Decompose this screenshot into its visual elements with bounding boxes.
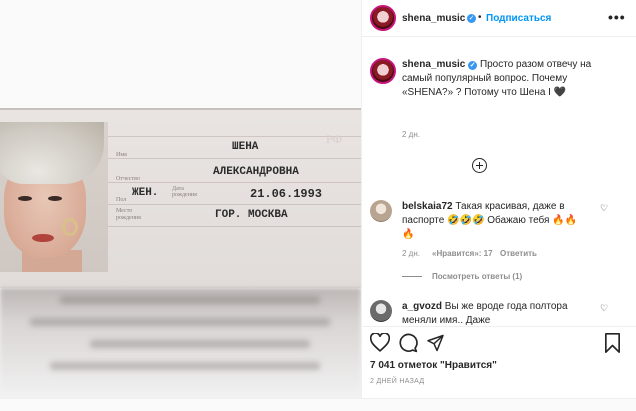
follow-button[interactable]: Подписаться (486, 13, 551, 24)
passport-given-name: ШЕНА (232, 141, 259, 153)
passport-label-name: Имя (116, 152, 127, 158)
comment-time: 2 дн. (402, 249, 420, 258)
caption-username[interactable]: shena_music (402, 59, 465, 70)
share-icon[interactable] (426, 334, 445, 352)
passport-patronymic: АЛЕКСАНДРОВНА (213, 166, 299, 178)
commenter-avatar[interactable] (370, 200, 392, 222)
comment-like-heart-icon[interactable]: ♡ (600, 203, 608, 214)
view-replies-button[interactable]: Посмотреть ответы (1) (432, 272, 522, 281)
passport-sex: ЖЕН. (132, 187, 159, 199)
author-avatar[interactable] (370, 5, 396, 31)
likes-count[interactable]: 7 041 отметок "Нравится" (370, 360, 497, 371)
passport-rf-mark: РФ (326, 132, 342, 146)
verified-badge-icon: ✓ (467, 14, 476, 23)
comment-username[interactable]: belskaia72 (402, 201, 453, 212)
comment-like-heart-icon[interactable]: ♡ (600, 303, 608, 314)
plus-circle-icon[interactable] (472, 158, 487, 173)
caption-verified-icon: ✓ (468, 61, 478, 70)
comment-icon[interactable] (398, 333, 418, 353)
author-username[interactable]: shena_music (402, 13, 465, 24)
post-photo[interactable]: РФ Имя ШЕНА Отчество АЛЕКСАНДРОВНА Пол Ж… (0, 0, 361, 398)
passport-label-pob: Место рождения (116, 208, 141, 221)
comment-reply-button[interactable]: Ответить (500, 249, 537, 258)
header-separator: • (478, 12, 482, 23)
heart-icon[interactable] (370, 333, 390, 352)
commenter-avatar[interactable] (370, 300, 392, 322)
passport-label-dob: Дата рождения (172, 186, 197, 198)
passport-portrait (0, 122, 108, 272)
bookmark-icon[interactable] (604, 333, 621, 353)
passport-pob: ГОР. МОСКВА (215, 209, 288, 221)
photo-blurred-top (0, 0, 361, 108)
more-options-icon[interactable]: ••• (608, 9, 626, 25)
caption-avatar[interactable] (370, 58, 396, 84)
passport-label-sex: Пол (116, 197, 127, 203)
post-side-panel: shena_music ✓ • Подписаться ••• shena_mu… (361, 0, 636, 398)
caption-time: 2 дн. (402, 130, 420, 139)
comment-body: belskaia72 Такая красивая, даже в паспор… (402, 200, 587, 242)
comment-body: a_gvozd Вы же вроде года полтора меняли … (402, 300, 587, 326)
comment-username[interactable]: a_gvozd (402, 301, 442, 312)
passport-label-patronymic: Отчество (116, 176, 140, 182)
bottom-strip (0, 398, 636, 411)
post-timestamp: 2 ДНЕЙ НАЗАД (370, 378, 425, 385)
caption-body: shena_music ✓ Просто разом отвечу на сам… (402, 58, 602, 100)
passport-dob: 21.06.1993 (250, 187, 323, 201)
earring (62, 218, 78, 236)
instagram-post-window: РФ Имя ШЕНА Отчество АЛЕКСАНДРОВНА Пол Ж… (0, 0, 636, 411)
comment-likes-count[interactable]: «Нравится»: 17 (432, 249, 493, 258)
view-replies-line (402, 276, 422, 277)
